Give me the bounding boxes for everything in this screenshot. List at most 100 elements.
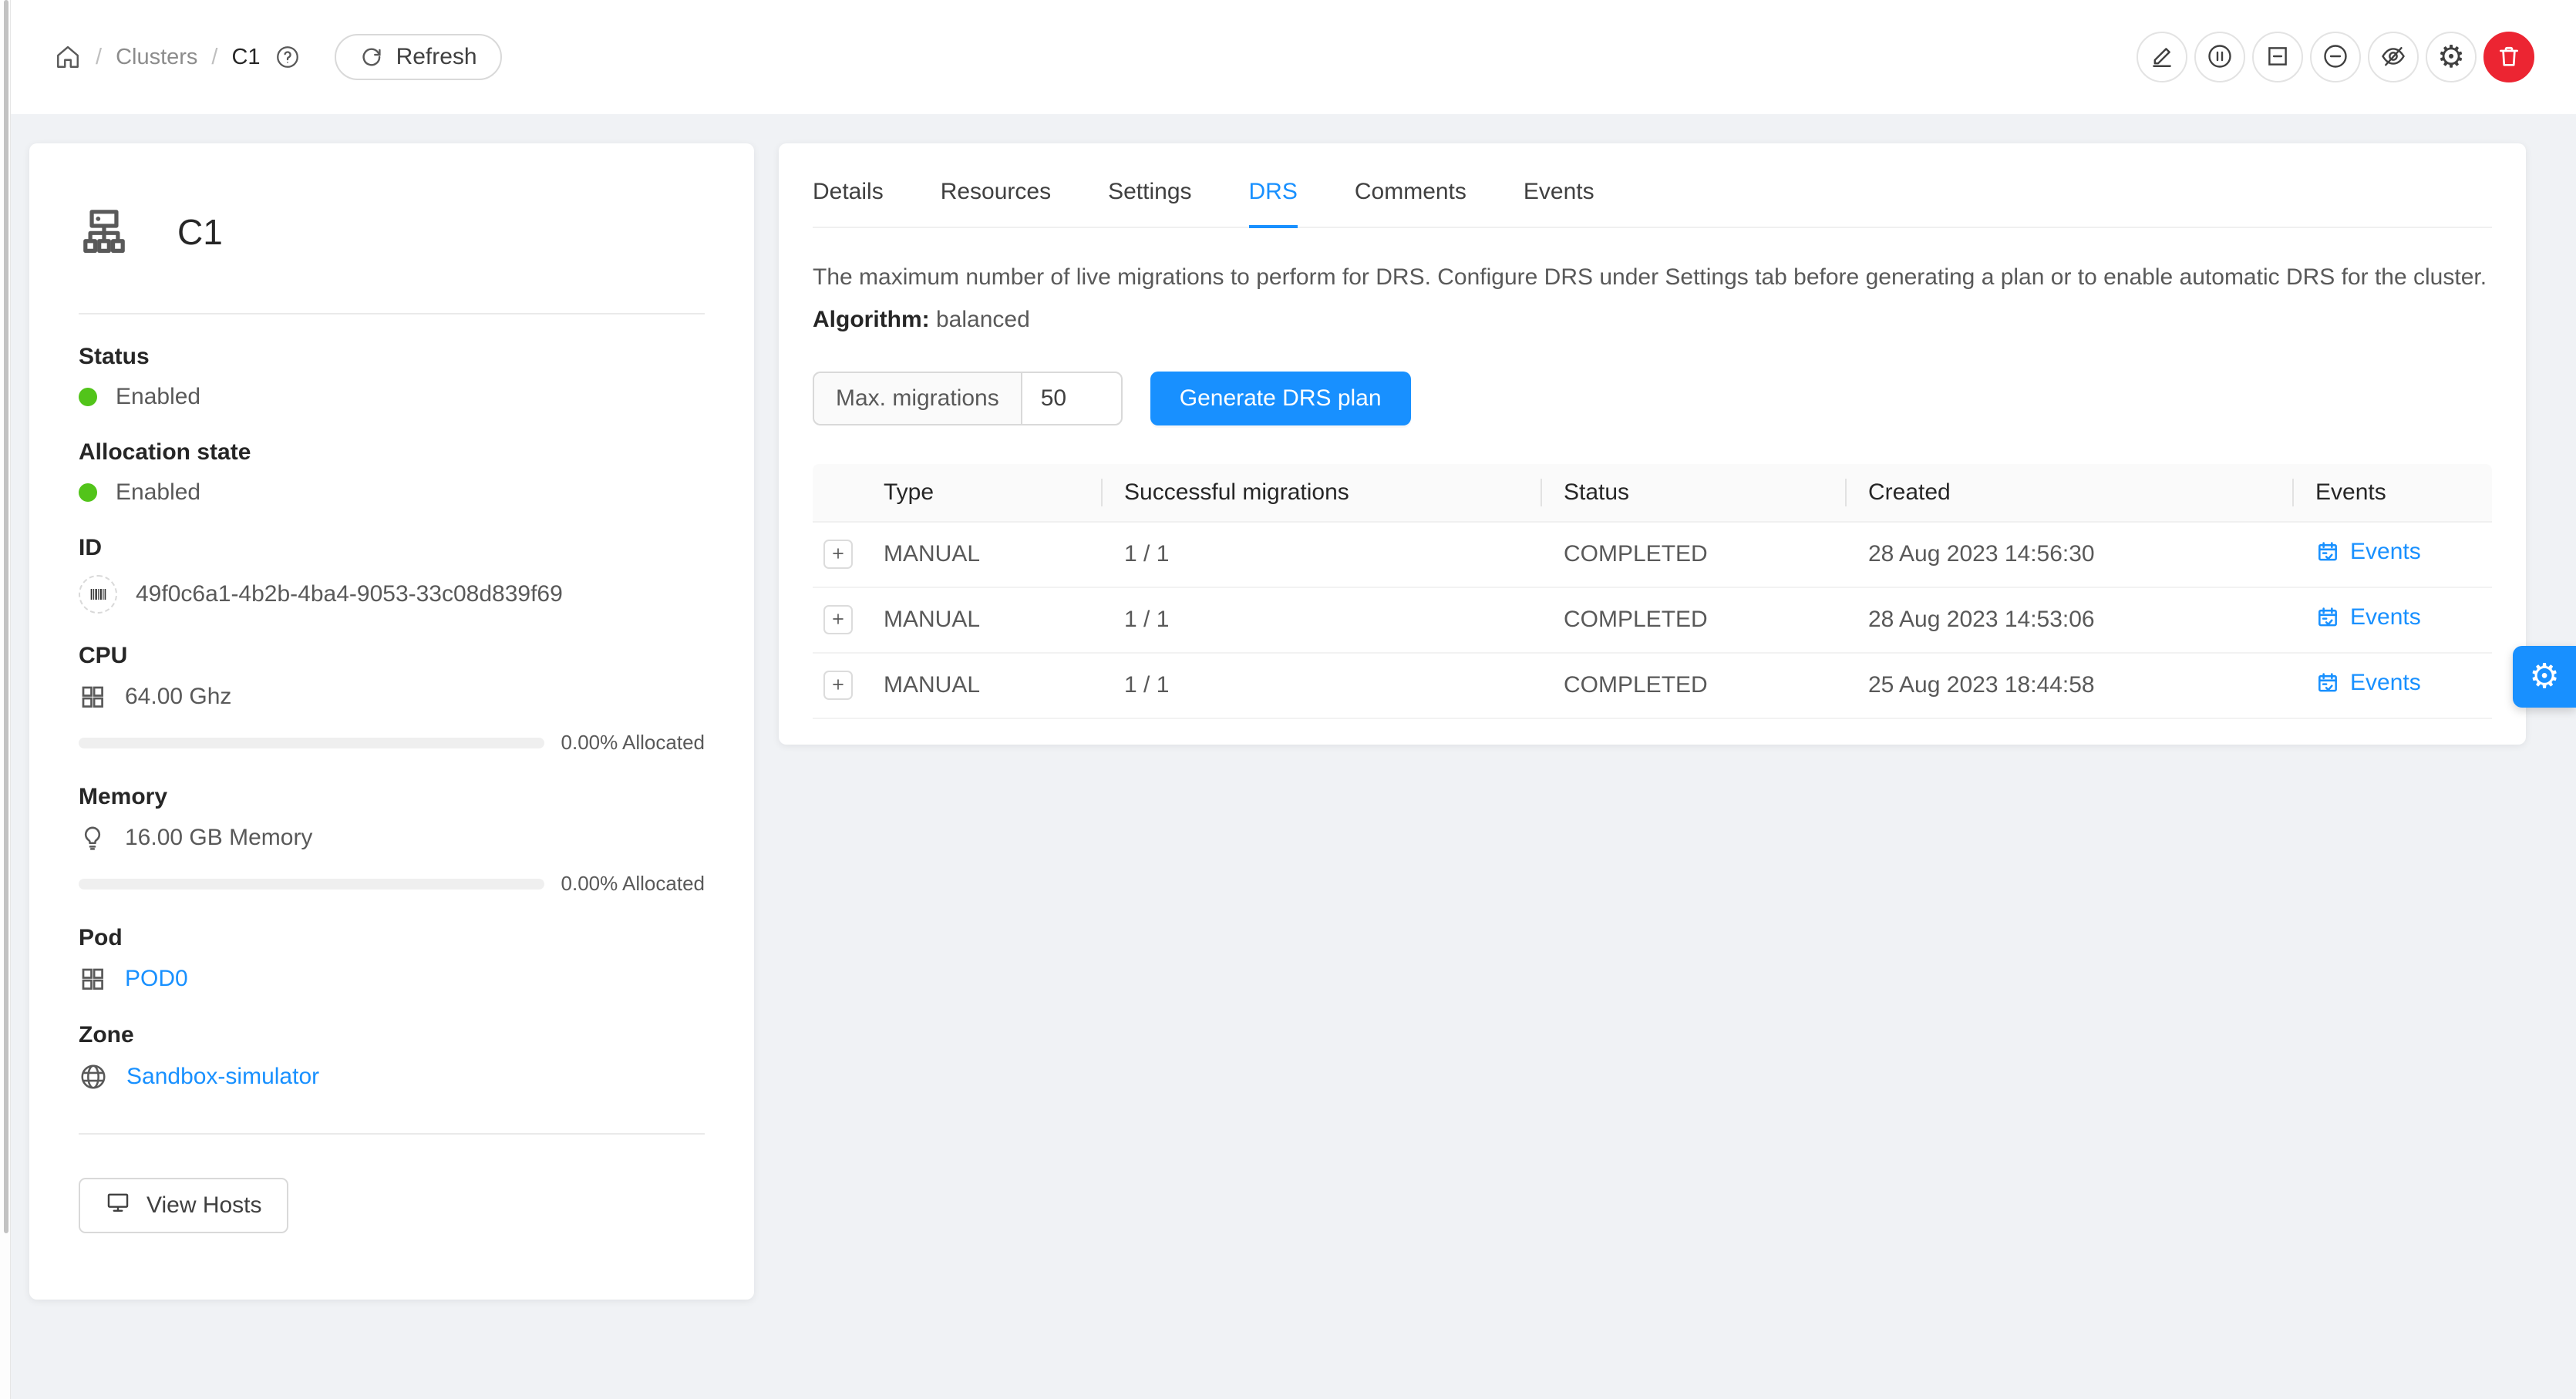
memory-value: 16.00 GB Memory: [125, 825, 312, 851]
tab-resources[interactable]: Resources: [941, 179, 1051, 227]
tab-drs[interactable]: DRS: [1249, 179, 1298, 227]
top-header-bar: / Clusters / C1 Refresh: [11, 0, 2576, 114]
memory-progress-track: [79, 879, 544, 890]
cluster-icon: [79, 205, 130, 260]
disable-button[interactable]: [2310, 32, 2361, 82]
column-header-successful-migrations: Successful migrations: [1103, 464, 1542, 523]
unmanage-button[interactable]: [2252, 32, 2303, 82]
cell-successful-migrations: 1 / 1: [1103, 523, 1542, 588]
trash-icon: [2496, 43, 2522, 72]
memory-label: Memory: [79, 784, 705, 810]
question-circle-icon[interactable]: [274, 44, 301, 70]
pod-label: Pod: [79, 925, 705, 951]
view-hosts-label: View Hosts: [146, 1192, 262, 1219]
zone-link[interactable]: Sandbox-simulator: [126, 1064, 319, 1090]
cluster-info-card: C1 Status Enabled Allocation state Enabl…: [29, 143, 754, 1300]
column-header-type: Type: [862, 464, 1103, 523]
refresh-button[interactable]: Refresh: [335, 34, 502, 80]
row-events-link[interactable]: Events: [2315, 670, 2421, 696]
cpu-label: CPU: [79, 643, 705, 669]
pause-circle-icon: [2206, 42, 2234, 72]
settings-button[interactable]: ⚙: [2426, 32, 2477, 82]
pause-button[interactable]: [2194, 32, 2245, 82]
zone-section: Zone Sandbox-simulator: [79, 1022, 705, 1091]
cluster-title: C1: [177, 211, 223, 253]
max-migrations-addon: Max. migrations: [813, 372, 1021, 425]
reload-icon: [359, 45, 384, 69]
cluster-detail-screen: / Clusters / C1 Refresh: [0, 0, 2576, 1399]
edit-button[interactable]: [2137, 32, 2187, 82]
cell-created: 28 Aug 2023 14:53:06: [1847, 588, 2294, 654]
cpu-progress: 0.00% Allocated: [79, 731, 705, 755]
table-row: MANUAL 1 / 1 COMPLETED 28 Aug 2023 14:53…: [813, 588, 2492, 654]
divider: [79, 1133, 705, 1135]
pod-section: Pod POD0: [79, 925, 705, 993]
scrollbar-thumb[interactable]: [4, 0, 8, 1233]
tab-details[interactable]: Details: [813, 179, 884, 227]
max-migrations-group: Max. migrations: [813, 372, 1123, 425]
expand-row-button[interactable]: [823, 671, 853, 700]
cell-created: 28 Aug 2023 14:56:30: [1847, 523, 2294, 588]
zone-label: Zone: [79, 1022, 705, 1048]
square-minus-icon: [2265, 43, 2291, 72]
plus-icon: [830, 610, 847, 630]
max-migrations-input[interactable]: [1021, 372, 1123, 425]
allocation-dot: [79, 483, 97, 502]
cell-type: MANUAL: [862, 654, 1103, 719]
allocation-section: Allocation state Enabled: [79, 439, 705, 506]
cell-status: COMPLETED: [1542, 588, 1847, 654]
cpu-value: 64.00 Ghz: [125, 684, 231, 710]
drs-plans-table: Type Successful migrations Status Create…: [813, 464, 2492, 719]
pod-link[interactable]: POD0: [125, 966, 188, 992]
expand-row-button[interactable]: [823, 540, 853, 569]
divider: [79, 313, 705, 314]
tab-settings[interactable]: Settings: [1108, 179, 1191, 227]
breadcrumb-separator: /: [211, 45, 217, 70]
drs-controls: Max. migrations Generate DRS plan: [813, 372, 2492, 425]
events-link-label: Events: [2350, 604, 2421, 631]
settings-flyout-button[interactable]: ⚙: [2513, 646, 2576, 708]
tab-comments[interactable]: Comments: [1355, 179, 1466, 227]
row-events-link[interactable]: Events: [2315, 539, 2421, 565]
delete-button[interactable]: [2483, 32, 2534, 82]
tab-events[interactable]: Events: [1524, 179, 1594, 227]
cpu-progress-track: [79, 738, 544, 748]
cluster-actions-toolbar: ⚙: [2137, 32, 2534, 82]
cell-status: COMPLETED: [1542, 523, 1847, 588]
expand-row-button[interactable]: [823, 605, 853, 634]
content-area: C1 Status Enabled Allocation state Enabl…: [11, 114, 2576, 1399]
cell-status: COMPLETED: [1542, 654, 1847, 719]
drs-description: The maximum number of live migrations to…: [813, 261, 2492, 294]
id-label: ID: [79, 535, 705, 561]
breadcrumb: / Clusters / C1 Refresh: [54, 34, 502, 80]
refresh-label: Refresh: [396, 44, 477, 70]
table-header-row: Type Successful migrations Status Create…: [813, 464, 2492, 523]
plus-icon: [830, 676, 847, 695]
cpu-section: CPU 64.00 Ghz 0.00% Allocated: [79, 643, 705, 755]
view-hosts-button[interactable]: View Hosts: [79, 1178, 288, 1233]
hide-button[interactable]: [2368, 32, 2419, 82]
status-value: Enabled: [116, 384, 200, 410]
calendar-check-icon: [2315, 605, 2340, 630]
calendar-check-icon: [2315, 671, 2340, 695]
allocation-value: Enabled: [116, 479, 200, 506]
generate-drs-plan-button[interactable]: Generate DRS plan: [1150, 372, 1411, 425]
edit-icon: [2149, 43, 2175, 72]
home-icon[interactable]: [54, 43, 82, 71]
resource-header: C1: [79, 187, 705, 277]
memory-progress: 0.00% Allocated: [79, 872, 705, 896]
status-label: Status: [79, 344, 705, 370]
table-row: MANUAL 1 / 1 COMPLETED 28 Aug 2023 14:56…: [813, 523, 2492, 588]
algorithm-label: Algorithm:: [813, 307, 930, 332]
cell-type: MANUAL: [862, 588, 1103, 654]
cell-type: MANUAL: [862, 523, 1103, 588]
globe-icon: [79, 1062, 108, 1091]
appstore-icon: [79, 965, 106, 993]
status-section: Status Enabled: [79, 344, 705, 410]
breadcrumb-clusters-link[interactable]: Clusters: [116, 45, 197, 70]
desktop-icon: [105, 1189, 131, 1222]
column-header-events: Events: [2294, 464, 2492, 523]
row-events-link[interactable]: Events: [2315, 604, 2421, 631]
gear-icon: ⚙: [2437, 42, 2465, 72]
events-link-label: Events: [2350, 670, 2421, 696]
